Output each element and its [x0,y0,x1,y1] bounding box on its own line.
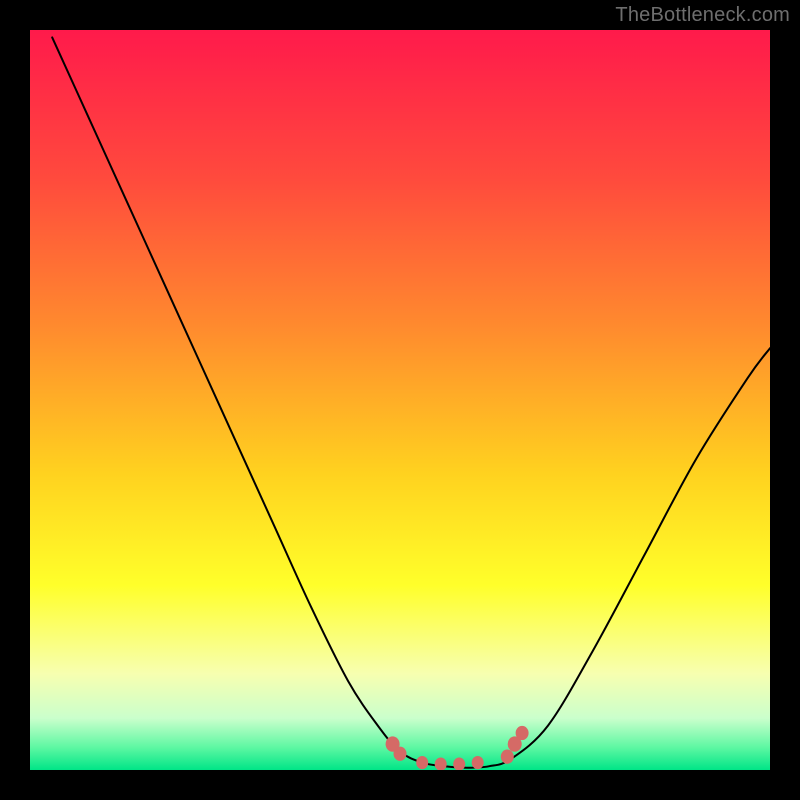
marker-bottom-a [416,756,428,769]
marker-right-cluster-a [501,750,514,764]
marker-right-cluster-c [516,726,529,740]
marker-group [386,726,529,770]
marker-bottom-b [435,757,447,770]
watermark-text: TheBottleneck.com [615,4,790,27]
marker-bottom-d [472,756,484,769]
main-curve [52,37,770,767]
curve-layer [30,30,770,770]
chart-container: TheBottleneck.com [0,0,800,800]
marker-left-cluster-b [394,747,407,761]
plot-area [30,30,770,770]
marker-bottom-c [453,757,465,770]
